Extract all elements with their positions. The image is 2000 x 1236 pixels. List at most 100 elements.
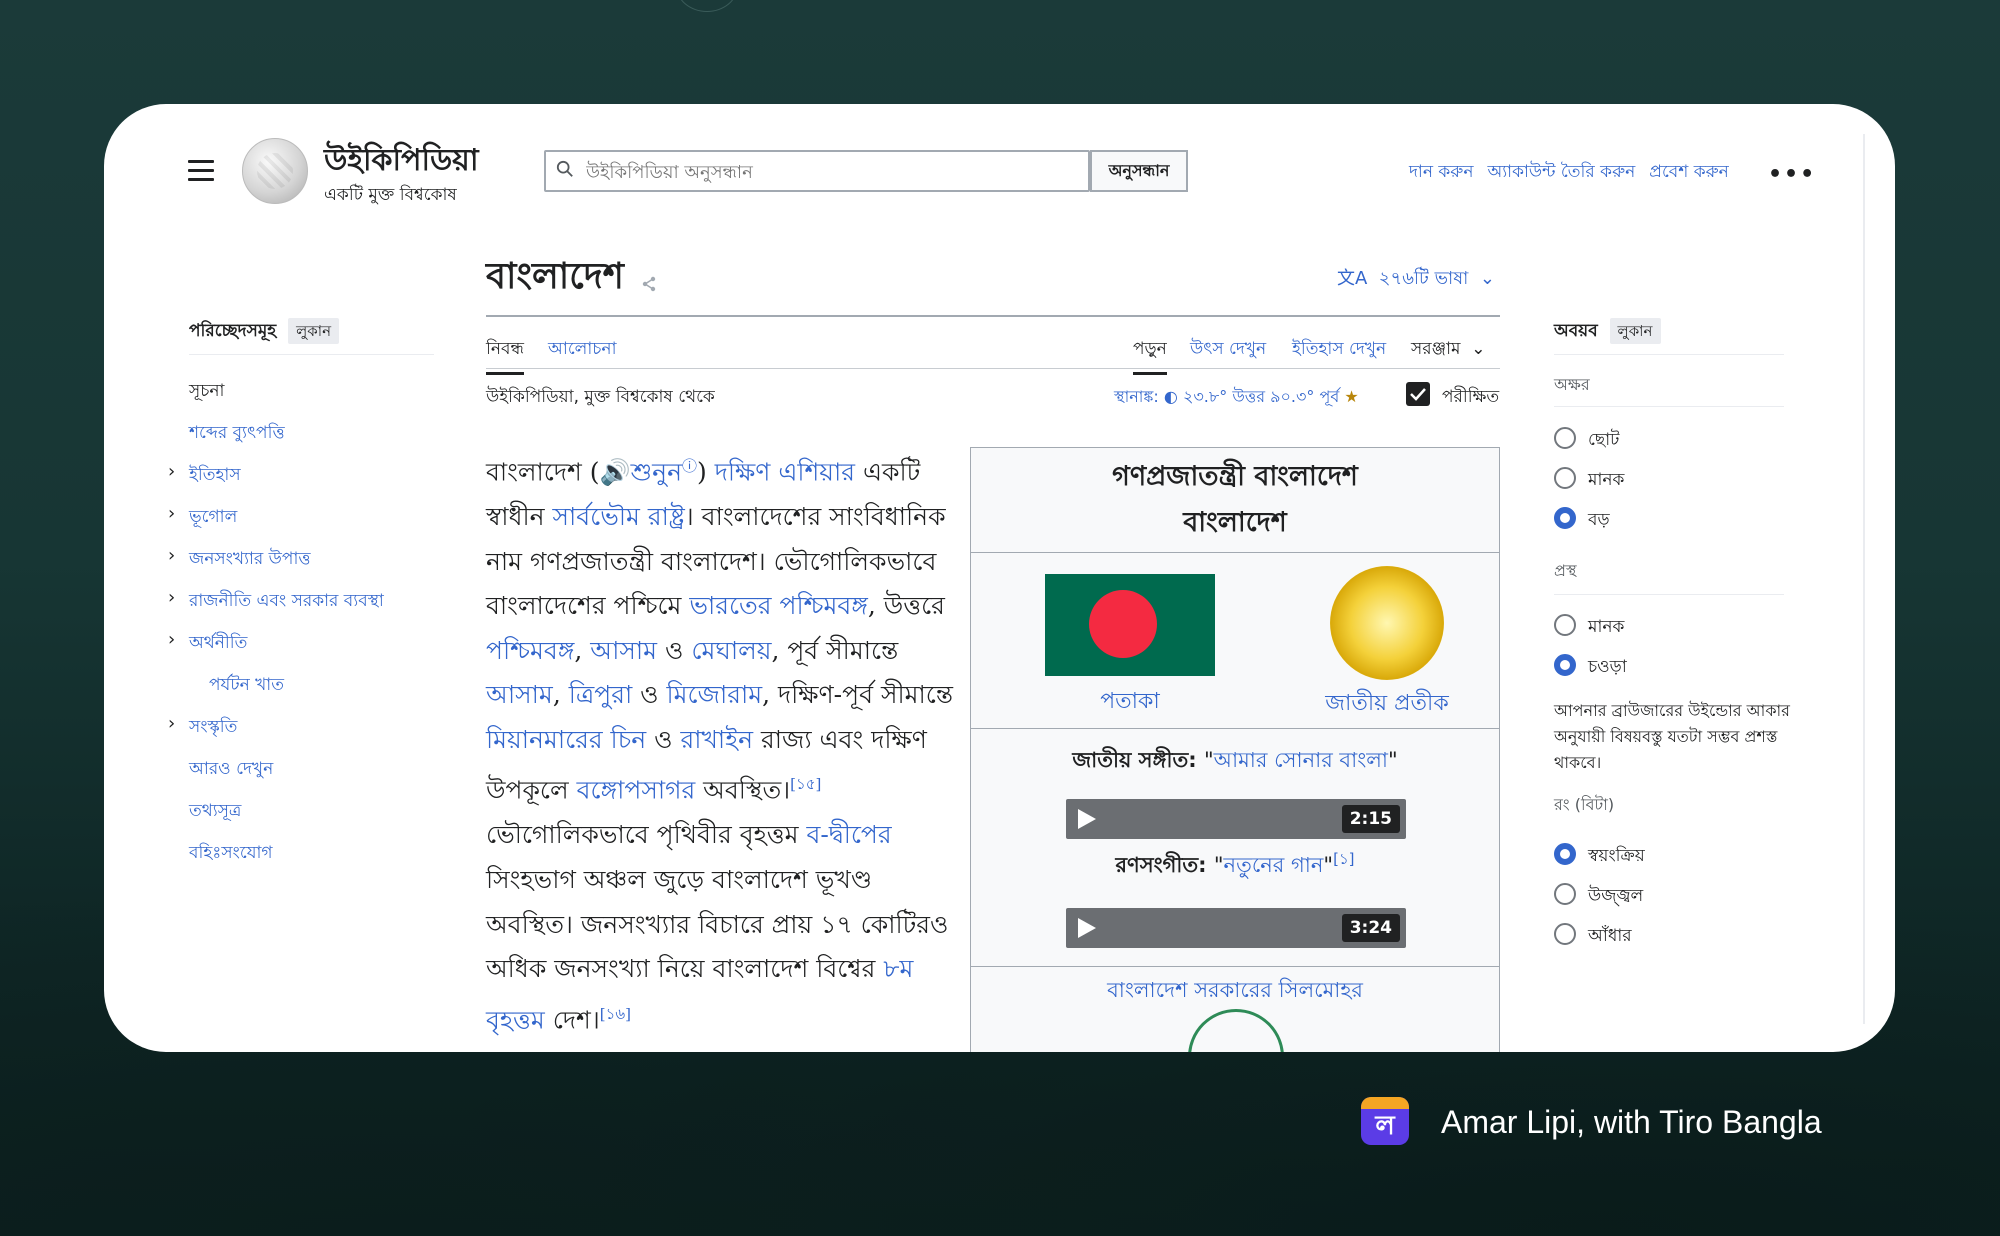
- play-icon[interactable]: [1078, 809, 1096, 829]
- color-dark-label[interactable]: আঁধার: [1588, 923, 1632, 951]
- tab-article[interactable]: নিবন্ধ: [486, 336, 524, 375]
- link-bay-of-bengal[interactable]: বঙ্গোপসাগর: [577, 776, 696, 805]
- audio-player[interactable]: 3:24: [1066, 908, 1406, 948]
- appearance-heading: অবয়ব লুকান: [1554, 318, 1661, 346]
- anthem-label: জাতীয় সঙ্গীত:: [1072, 748, 1204, 772]
- chevron-right-icon[interactable]: ›: [168, 503, 175, 524]
- toc-item-geography[interactable]: ভূগোল: [189, 504, 237, 532]
- search-button[interactable]: অনুসন্ধান: [1090, 150, 1188, 192]
- toc-item-economy[interactable]: অর্থনীতি: [189, 630, 247, 658]
- link-tripura[interactable]: ত্রিপুরা: [569, 680, 633, 709]
- color-dark-radio[interactable]: [1554, 923, 1576, 945]
- body-text: দেশ।: [544, 1005, 600, 1035]
- translate-icon: 文A: [1337, 268, 1368, 289]
- anthem-link[interactable]: আমার সোনার বাংলা: [1214, 748, 1388, 772]
- link-meghalaya[interactable]: মেঘালয়: [691, 636, 771, 665]
- speaker-icon[interactable]: 🔊: [599, 457, 630, 486]
- text-size-small-radio[interactable]: [1554, 427, 1576, 449]
- flag-caption[interactable]: পতাকা: [1045, 684, 1215, 721]
- color-auto-label[interactable]: স্বয়ংক্রিয়: [1588, 843, 1645, 871]
- toc-hide-button[interactable]: লুকান: [288, 318, 340, 344]
- toc-item-politics[interactable]: রাজনীতি এবং সরকার ব্যবস্থা: [189, 588, 384, 616]
- width-wide-label[interactable]: চওড়া: [1588, 654, 1627, 682]
- toc-item-references[interactable]: তথ্যসূত্র: [189, 798, 241, 826]
- search-input[interactable]: [584, 156, 968, 188]
- tab-read[interactable]: পড়ুন: [1133, 336, 1167, 375]
- width-standard-radio[interactable]: [1554, 614, 1576, 636]
- link-sovereign-state[interactable]: সার্বভৌম রাষ্ট্র: [553, 502, 685, 531]
- info-icon[interactable]: ⓘ: [682, 457, 697, 475]
- coordinates[interactable]: স্থানাঙ্ক: ◐ ২৩.৮° উত্তর ৯০.৩° পূর্ব ★: [1114, 384, 1359, 411]
- infobox-divider: [971, 728, 1499, 729]
- march-link[interactable]: নতুনের গান: [1224, 853, 1324, 877]
- toc-item-tourism[interactable]: পর্যটন খাত: [209, 672, 284, 700]
- text-size-large-radio[interactable]: [1554, 507, 1576, 529]
- coords-value[interactable]: ২৩.৮° উত্তর ৯০.৩° পূর্ব: [1183, 387, 1339, 406]
- body-text: ও: [632, 680, 667, 710]
- play-icon[interactable]: [1078, 918, 1096, 938]
- link-south-asia[interactable]: দক্ষিণ এশিয়ার: [715, 457, 855, 486]
- body-text: বাংলাদেশ (: [486, 457, 600, 487]
- body-text: , দক্ষিণ-পূর্ব সীমান্তে: [762, 680, 954, 710]
- link-assam[interactable]: আসাম: [590, 636, 657, 665]
- emblem-caption[interactable]: জাতীয় প্রতীক: [1284, 686, 1490, 723]
- text-size-standard-label[interactable]: মানক: [1588, 467, 1624, 495]
- more-options-icon[interactable]: •••: [1768, 162, 1816, 187]
- login-link[interactable]: প্রবেশ করুন: [1649, 162, 1729, 182]
- toc-item-demographics[interactable]: জনসংখ্যার উপাত্ত: [189, 546, 311, 574]
- chevron-right-icon[interactable]: ›: [168, 461, 175, 482]
- link-west-bengal[interactable]: পশ্চিমবঙ্গ: [486, 636, 574, 665]
- link-rakhine[interactable]: রাখাইন: [680, 725, 753, 754]
- chevron-right-icon[interactable]: ›: [168, 713, 175, 734]
- tab-talk[interactable]: আলোচনা: [548, 336, 617, 364]
- seal-caption[interactable]: বাংলাদেশ সরকারের সিলমোহর: [971, 974, 1499, 1009]
- width-standard-label[interactable]: মানক: [1588, 614, 1624, 642]
- color-light-label[interactable]: উজ্জ্বল: [1588, 883, 1643, 911]
- wikipedia-logo[interactable]: [242, 138, 308, 204]
- link-mizoram[interactable]: মিজোরাম: [667, 680, 763, 709]
- toc-item-culture[interactable]: সংস্কৃতি: [189, 714, 237, 742]
- share-icon[interactable]: [641, 276, 657, 292]
- toc-item-see-also[interactable]: আরও দেখুন: [189, 756, 273, 784]
- site-title[interactable]: উইকিপিডিয়া: [324, 136, 479, 187]
- link-myanmar-chin[interactable]: মিয়ানমারের চিন: [486, 725, 646, 754]
- listen-link[interactable]: শুনুন: [631, 457, 682, 486]
- width-wide-radio[interactable]: [1554, 654, 1576, 676]
- march-reference[interactable]: [১]: [1333, 850, 1354, 868]
- link-assam-east[interactable]: আসাম: [486, 680, 553, 709]
- coords-label: স্থানাঙ্ক:: [1114, 387, 1159, 406]
- link-delta[interactable]: ব-দ্বীপের: [807, 820, 892, 849]
- color-light-radio[interactable]: [1554, 883, 1576, 905]
- toc-item-intro[interactable]: সূচনা: [189, 378, 224, 406]
- donate-link[interactable]: দান করুন: [1409, 162, 1474, 182]
- chevron-right-icon[interactable]: ›: [168, 545, 175, 566]
- audio-duration: 2:15: [1341, 805, 1400, 833]
- chevron-down-icon: ⌄: [1479, 268, 1495, 289]
- color-auto-radio[interactable]: [1554, 843, 1576, 865]
- text-size-small-label[interactable]: ছোট: [1588, 427, 1619, 455]
- link-west-bengal-india[interactable]: ভারতের পশ্চিমবঙ্গ: [689, 591, 867, 620]
- appearance-hide-button[interactable]: লুকান: [1609, 318, 1661, 344]
- audio-player[interactable]: 2:15: [1066, 799, 1406, 839]
- create-account-link[interactable]: অ্যাকাউন্ট তৈরি করুন: [1488, 162, 1636, 182]
- toc-item-etymology[interactable]: শব্দের ব্যুৎপত্তি: [189, 420, 285, 448]
- from-wikipedia: উইকিপিডিয়া, মুক্ত বিশ্বকোষ থেকে: [486, 387, 715, 407]
- tab-view-source[interactable]: উৎস দেখুন: [1190, 336, 1266, 364]
- chevron-right-icon[interactable]: ›: [168, 629, 175, 650]
- text-size-large-label[interactable]: বড়: [1588, 507, 1610, 535]
- march-row: রণসংগীত: "নতুনের গান"[১]: [1115, 850, 1355, 877]
- emblem-image[interactable]: [1330, 566, 1444, 680]
- tab-view-history[interactable]: ইতিহাস দেখুন: [1292, 336, 1386, 364]
- scrollbar[interactable]: [1863, 134, 1865, 1024]
- language-count: ২৭৬টি ভাষা: [1378, 268, 1469, 289]
- chevron-right-icon[interactable]: ›: [168, 587, 175, 608]
- reference-15[interactable]: [১৫]: [790, 775, 821, 793]
- tools-menu[interactable]: সরঞ্জাম ⌄: [1411, 336, 1486, 364]
- toc-item-history[interactable]: ইতিহাস: [189, 462, 241, 490]
- text-size-standard-radio[interactable]: [1554, 467, 1576, 489]
- language-button[interactable]: 文A ২৭৬টি ভাষা ⌄: [1337, 264, 1495, 295]
- toc-item-external-links[interactable]: বহিঃসংযোগ: [189, 840, 273, 868]
- audio-duration: 3:24: [1341, 914, 1400, 942]
- menu-icon[interactable]: [188, 160, 214, 182]
- reference-16[interactable]: [১৬]: [600, 1005, 631, 1023]
